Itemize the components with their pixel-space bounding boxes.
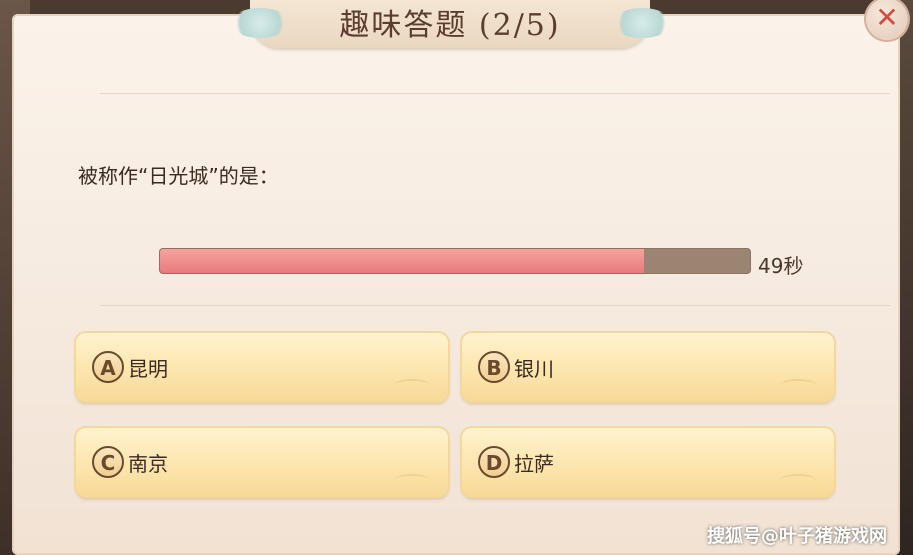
option-d-badge: D	[478, 446, 510, 478]
option-c-label: 南京	[128, 452, 168, 476]
option-c-badge: C	[92, 446, 124, 478]
option-a-label: 昆明	[128, 357, 168, 381]
wave-decoration	[394, 474, 430, 486]
option-b-button[interactable]: B 银川	[462, 333, 834, 401]
option-d-label: 拉萨	[514, 452, 554, 476]
timer-bar-fill	[160, 249, 644, 273]
option-c-button[interactable]: C 南京	[76, 428, 448, 496]
wave-decoration	[394, 379, 430, 391]
option-b-label: 银川	[514, 357, 554, 381]
divider-bottom	[100, 305, 890, 306]
wave-decoration	[780, 379, 816, 391]
watermark: 搜狐号@叶子猪游戏网	[707, 526, 887, 547]
option-a-button[interactable]: A 昆明	[76, 333, 448, 401]
close-button[interactable]: ✕	[866, 0, 908, 40]
dialog-title: 趣味答题 (2/5)	[339, 8, 561, 43]
wave-decoration	[780, 474, 816, 486]
option-d-button[interactable]: D 拉萨	[462, 428, 834, 496]
timer-bar	[160, 249, 750, 273]
question-text: 被称作“日光城”的是：	[78, 164, 279, 188]
timer-remaining: 49秒	[758, 254, 804, 278]
option-a-badge: A	[92, 351, 124, 383]
option-b-badge: B	[478, 351, 510, 383]
close-icon: ✕	[875, 1, 899, 34]
divider-top	[100, 93, 890, 94]
